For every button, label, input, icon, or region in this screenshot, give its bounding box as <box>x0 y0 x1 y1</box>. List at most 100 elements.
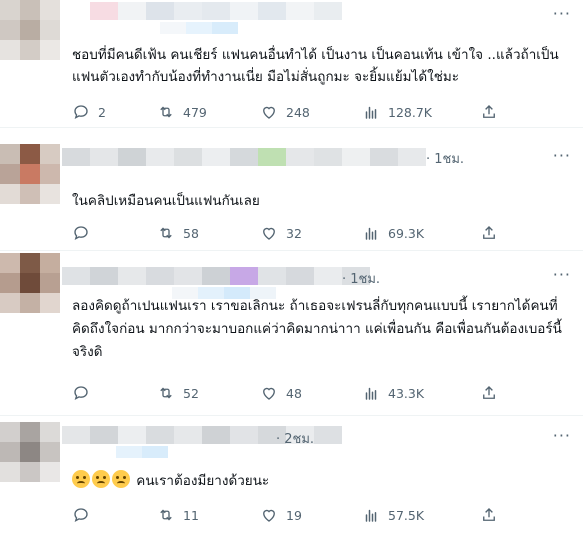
like-count: 32 <box>286 225 302 241</box>
reply-button[interactable]: 2 <box>72 101 106 123</box>
views-button[interactable]: 43.3K <box>362 382 424 404</box>
blurred-handle-block <box>116 446 142 458</box>
avatar-pixel <box>0 293 20 313</box>
blurred-name-block <box>258 148 286 166</box>
reply-text: ลองคิดดูถ้าเปนแฟนเรา เราขอเลิกนะ ถ้าเธอจ… <box>72 298 562 360</box>
action-bar: 11 19 57.5K <box>72 504 502 526</box>
repost-button[interactable]: 58 <box>157 222 199 244</box>
repost-button[interactable]: 11 <box>157 504 199 526</box>
blurred-username[interactable] <box>62 0 342 22</box>
blurred-name-block <box>146 148 174 166</box>
reply-text: ในคลิปเหมือนคนเป็นแฟนกันเลย <box>72 193 260 209</box>
blurred-name-block <box>174 148 202 166</box>
views-chart-icon <box>365 387 377 400</box>
avatar-pixel <box>40 20 60 40</box>
share-icon <box>483 508 495 521</box>
blurred-name-block <box>174 267 202 285</box>
like-count: 48 <box>286 385 302 401</box>
timestamp[interactable]: · 1ชม. <box>342 268 380 289</box>
reply-button[interactable] <box>72 382 98 404</box>
blurred-username[interactable] <box>62 265 370 287</box>
blurred-name-block <box>90 267 118 285</box>
reply-post[interactable]: · 2ชม. ··· คนเราต้องมียางด้วยนะ 11 19 57… <box>0 416 583 533</box>
timestamp[interactable]: · 2ชม. <box>276 428 314 449</box>
worried-face-emoji-icon <box>72 470 90 488</box>
heart-icon <box>263 509 275 522</box>
avatar[interactable] <box>0 422 60 482</box>
avatar-pixel <box>0 0 20 20</box>
blurred-name-block <box>62 148 90 166</box>
reply-count: 2 <box>98 104 106 120</box>
avatar-pixel <box>20 0 40 20</box>
heart-icon <box>263 387 275 400</box>
reply-button[interactable] <box>72 504 98 526</box>
avatar-pixel <box>0 184 20 204</box>
like-button[interactable]: 48 <box>260 382 302 404</box>
like-button[interactable]: 32 <box>260 222 302 244</box>
more-options-icon[interactable]: ··· <box>553 426 571 445</box>
avatar-pixel <box>40 462 60 482</box>
repost-icon <box>160 227 172 239</box>
blurred-handle <box>116 446 168 458</box>
repost-button[interactable]: 52 <box>157 382 199 404</box>
timestamp[interactable]: · 1ชม. <box>426 148 464 169</box>
avatar-pixel <box>0 20 20 40</box>
blurred-name-block <box>174 426 202 444</box>
repost-count: 52 <box>183 385 199 401</box>
share-button[interactable] <box>480 222 506 244</box>
reply-icon <box>74 105 88 119</box>
avatar-pixel <box>20 164 40 184</box>
share-button[interactable] <box>480 101 506 123</box>
share-icon <box>483 386 495 399</box>
blurred-handle <box>160 22 238 34</box>
like-button[interactable]: 248 <box>260 101 310 123</box>
share-icon <box>483 226 495 239</box>
blurred-name-block <box>90 148 118 166</box>
repost-button[interactable]: 479 <box>157 101 207 123</box>
blurred-handle-block <box>212 22 238 34</box>
avatar[interactable] <box>0 144 60 204</box>
worried-face-emoji-icon <box>92 470 110 488</box>
avatar-pixel <box>20 462 40 482</box>
like-button[interactable]: 19 <box>260 504 302 526</box>
repost-count: 479 <box>183 104 207 120</box>
views-button[interactable]: 57.5K <box>362 504 424 526</box>
blurred-name-block <box>118 2 146 20</box>
blurred-name-block <box>314 267 342 285</box>
reply-post[interactable]: · 1ชม. ··· ลองคิดดูถ้าเปนแฟนเรา เราขอเลิ… <box>0 251 583 416</box>
avatar-pixel <box>0 273 20 293</box>
avatar-pixel <box>40 40 60 60</box>
avatar-pixel <box>40 293 60 313</box>
views-count: 69.3K <box>388 225 425 241</box>
blurred-name-block <box>342 148 370 166</box>
more-options-icon[interactable]: ··· <box>553 4 571 23</box>
blurred-name-block <box>90 2 118 20</box>
reply-button[interactable] <box>72 222 98 244</box>
avatar-pixel <box>0 442 20 462</box>
repost-icon <box>160 106 172 118</box>
blurred-name-block <box>62 2 90 20</box>
share-button[interactable] <box>480 382 506 404</box>
reply-post[interactable]: · 1ชม. ··· ในคลิปเหมือนคนเป็นแฟนกันเลย 5… <box>0 128 583 251</box>
avatar-pixel <box>0 144 20 164</box>
avatar-pixel <box>40 422 60 442</box>
share-button[interactable] <box>480 504 506 526</box>
blurred-name-block <box>146 267 174 285</box>
repost-count: 58 <box>183 225 199 241</box>
more-options-icon[interactable]: ··· <box>553 265 571 284</box>
avatar[interactable] <box>0 0 60 60</box>
blurred-name-block <box>202 426 230 444</box>
views-button[interactable]: 128.7K <box>362 101 432 123</box>
avatar[interactable] <box>0 253 60 313</box>
blurred-name-block <box>230 2 258 20</box>
reply-post[interactable]: ··· ชอบที่มีคนดีเฟ้น คนเชียร์ แฟนคนอื่นท… <box>0 0 583 128</box>
avatar-pixel <box>0 462 20 482</box>
avatar-pixel <box>20 40 40 60</box>
more-options-icon[interactable]: ··· <box>553 146 571 165</box>
blurred-name-block <box>370 148 398 166</box>
blurred-name-block <box>286 148 314 166</box>
views-button[interactable]: 69.3K <box>362 222 424 244</box>
views-chart-icon <box>365 106 377 119</box>
blurred-username[interactable] <box>62 146 426 168</box>
blurred-name-block <box>230 267 258 285</box>
